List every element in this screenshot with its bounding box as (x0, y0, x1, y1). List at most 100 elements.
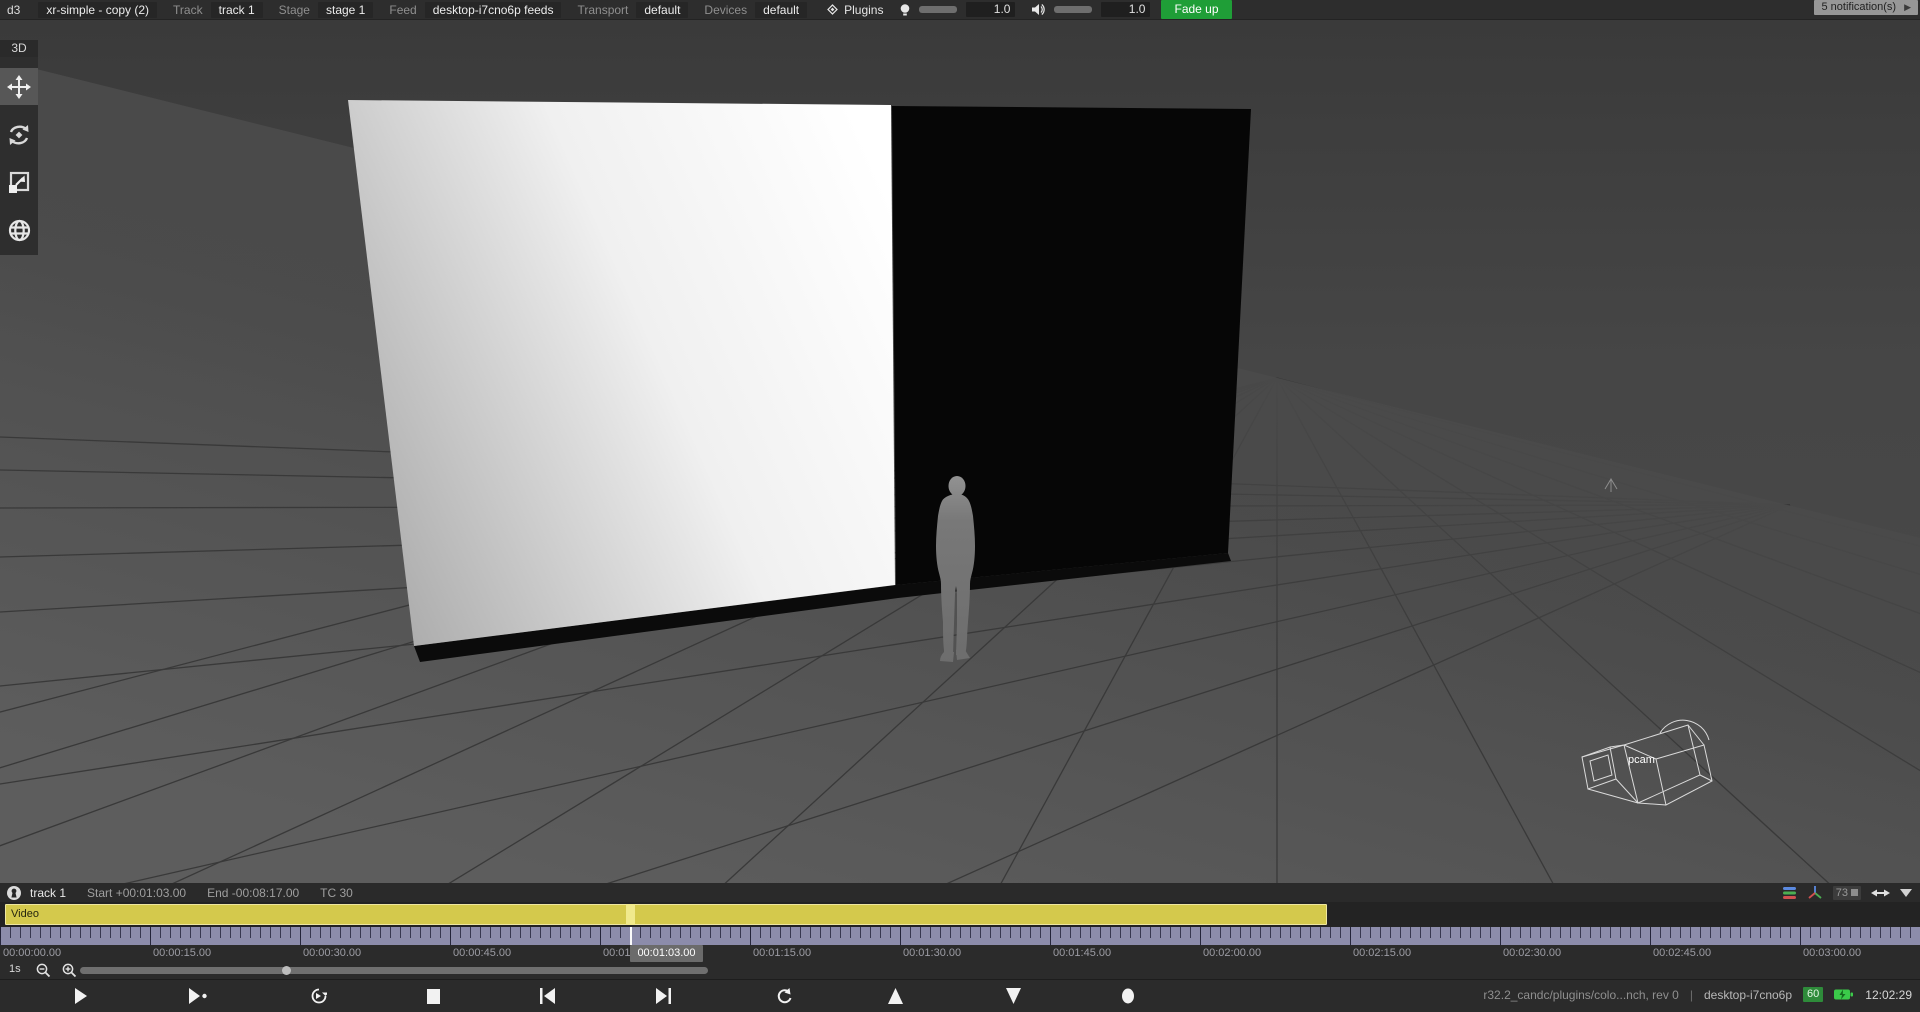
stage-3d-viewport[interactable]: pcam (0, 19, 1920, 883)
timeline-zoom-row: 1s (0, 962, 1920, 979)
fade-up-transport-button[interactable] (882, 986, 908, 1006)
plugins-menu[interactable]: Plugins (827, 3, 883, 17)
track-end-time[interactable]: End -00:08:17.00 (207, 886, 299, 900)
play-button[interactable] (68, 986, 94, 1006)
ruler-label: 00:02:30.00 (1503, 947, 1561, 959)
playhead-line[interactable] (630, 927, 632, 945)
ruler-label: 00:03:00.00 (1803, 947, 1861, 959)
transport-selector[interactable]: default (636, 2, 688, 18)
next-section-button[interactable] (650, 986, 676, 1006)
timeline-ruler[interactable] (0, 927, 1920, 945)
notifications-text: 5 notification(s) (1821, 0, 1896, 15)
previous-section-button[interactable] (534, 986, 560, 1006)
brightness-slider[interactable] (919, 6, 957, 13)
globe-icon (7, 218, 32, 243)
system-clock: 12:02:29 (1865, 988, 1912, 1002)
transport-menu-label: Transport (577, 3, 628, 17)
zoom-scale-label: 1s (9, 963, 21, 975)
ruler-label: 00:00:45.00 (453, 947, 511, 959)
horizontal-arrows-icon[interactable] (1871, 888, 1890, 898)
stage-menu-label: Stage (279, 3, 310, 17)
brightness-value-field[interactable]: 1.0 (966, 2, 1015, 17)
ruler-label: 00:02:45.00 (1653, 947, 1711, 959)
ruler-label: 00:00:00.00 (3, 947, 61, 959)
track-start-time[interactable]: Start +00:01:03.00 (87, 886, 186, 900)
ruler-label: 00:01:45.00 (1053, 947, 1111, 959)
camera-label: pcam (1628, 754, 1655, 766)
rotate-icon (7, 123, 31, 147)
current-timecode-box[interactable]: 00:01:03.00 (630, 945, 703, 962)
axes-icon[interactable] (1807, 885, 1823, 900)
status-bar: r32.2_candc/plugins/colo...nch, rev 0 | … (1483, 987, 1912, 1002)
scale-tool-button[interactable] (0, 164, 38, 201)
fps-badge: 60 (1803, 987, 1823, 1002)
machine-name[interactable]: desktop-i7cno6p (1704, 988, 1792, 1002)
track-header-tools: 73 (1782, 883, 1912, 902)
ruler-label: 00:02:00.00 (1203, 947, 1261, 959)
notifications-badge[interactable]: 5 notification(s) ▶ (1814, 0, 1918, 15)
status-separator: | (1690, 988, 1693, 1002)
triangle-down-icon[interactable] (1900, 889, 1912, 897)
left-toolbar: 3D (0, 40, 38, 255)
top-menu-bar: d3 xr-simple - copy (2) Track track 1 St… (0, 0, 1920, 20)
return-to-start-button[interactable] (770, 986, 796, 1006)
track-keyhole-icon[interactable] (6, 885, 22, 901)
zoom-out-icon[interactable] (36, 963, 51, 978)
move-icon (7, 75, 31, 99)
volume-slider[interactable] (1054, 6, 1092, 13)
fade-down-transport-button[interactable] (1000, 986, 1026, 1006)
counter-square-icon (1851, 889, 1858, 896)
ruler-label: 00:00:15.00 (153, 947, 211, 959)
ruler-label: 00:01:30.00 (903, 947, 961, 959)
stage-3d-view[interactable]: pcam (0, 19, 1920, 883)
volume-value-field[interactable]: 1.0 (1101, 2, 1150, 17)
screen-white-panel[interactable] (348, 100, 895, 646)
ruler-label: 00:01:15.00 (753, 947, 811, 959)
move-tool-button[interactable] (0, 68, 38, 105)
track-counter-box[interactable]: 73 (1833, 886, 1861, 900)
fade-up-button[interactable]: Fade up (1161, 0, 1231, 19)
diamond-icon (827, 4, 838, 15)
record-button[interactable] (1115, 986, 1141, 1006)
loop-section-button[interactable] (305, 986, 331, 1006)
view-mode-label[interactable]: 3D (0, 40, 38, 57)
play-section-button[interactable] (185, 986, 211, 1006)
timeline-panel: track 1 Start +00:01:03.00 End -00:08:17… (0, 883, 1920, 1011)
video-track-row: Video (0, 902, 1920, 927)
track-name[interactable]: track 1 (30, 886, 66, 900)
battery-icon (1834, 988, 1854, 1001)
video-layer-bar[interactable]: Video (5, 904, 1327, 925)
layers-icon[interactable] (1782, 886, 1797, 900)
devices-selector[interactable]: default (755, 2, 807, 18)
scale-icon (7, 171, 31, 195)
timeline-scrollbar-track[interactable] (80, 967, 708, 974)
ruler-major-ticks (0, 927, 1920, 945)
track-menu-label: Track (173, 3, 203, 17)
track-header-bar: track 1 Start +00:01:03.00 End -00:08:17… (0, 883, 1920, 903)
stop-button[interactable] (420, 986, 446, 1006)
notifications-expand-icon[interactable]: ▶ (1904, 0, 1911, 15)
ruler-labels-row: 00:00:00.00 00:00:15.00 00:00:30.00 00:00:4… (0, 945, 1920, 962)
plugins-label: Plugins (844, 3, 883, 17)
feed-selector[interactable]: desktop-i7cno6p feeds (425, 2, 562, 18)
ruler-label: 00:02:15.00 (1353, 947, 1411, 959)
track-selector[interactable]: track 1 (211, 2, 263, 18)
feed-menu-label: Feed (389, 3, 416, 17)
zoom-in-icon[interactable] (62, 963, 77, 978)
globe-tool-button[interactable] (0, 212, 38, 249)
app-menu-d3[interactable]: d3 (7, 3, 20, 17)
master-brightness-icon-wrap (899, 3, 911, 17)
build-version: r32.2_candc/plugins/colo...nch, rev 0 (1483, 988, 1678, 1002)
video-layer-label: Video (11, 908, 39, 920)
stage-selector[interactable]: stage 1 (318, 2, 373, 18)
timeline-scrollbar-handle[interactable] (282, 966, 291, 975)
video-playhead-band[interactable] (626, 904, 635, 925)
rotate-tool-button[interactable] (0, 116, 38, 153)
track-tc-rate[interactable]: TC 30 (320, 886, 353, 900)
master-volume-icon-wrap (1031, 3, 1046, 16)
project-name[interactable]: xr-simple - copy (2) (38, 2, 157, 18)
ruler-label: 00:00:30.00 (303, 947, 361, 959)
track-counter-value: 73 (1836, 887, 1848, 899)
bulb-icon (899, 3, 911, 17)
speaker-icon (1031, 3, 1046, 16)
